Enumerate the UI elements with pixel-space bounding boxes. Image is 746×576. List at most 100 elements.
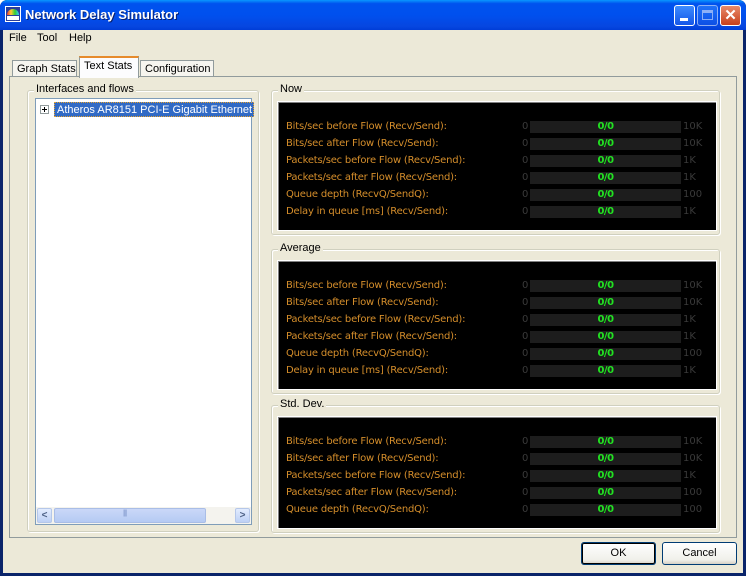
stat-row: Delay in queue [ms] (Recv/Send): 0 0/0 1K xyxy=(278,363,718,380)
stat-label: Bits/sec before Flow (Recv/Send): xyxy=(286,121,447,132)
stat-value: 0/0 xyxy=(597,121,614,132)
stat-max: 100 xyxy=(683,348,703,359)
menu-file[interactable]: File xyxy=(9,32,27,44)
scroll-left-button[interactable]: < xyxy=(37,508,52,523)
stat-min: 0 xyxy=(522,155,529,166)
stat-meter: 0/0 xyxy=(530,172,681,184)
interfaces-tree[interactable]: Atheros AR8151 PCI-E Gigabit Ethernet Co… xyxy=(35,98,254,525)
stat-value: 0/0 xyxy=(597,314,614,325)
stat-meter: 0/0 xyxy=(530,331,681,343)
text-stats-page: Interfaces and flows Atheros AR8151 PCI-… xyxy=(9,76,737,538)
stat-value: 0/0 xyxy=(597,436,614,447)
stat-row: Packets/sec before Flow (Recv/Send): 0 0/0… xyxy=(278,468,718,485)
tree-item-label[interactable]: Atheros AR8151 PCI-E Gigabit Ethernet Co… xyxy=(54,102,254,117)
stat-row: Bits/sec after Flow (Recv/Send): 0 0/0 10K xyxy=(278,451,718,468)
stat-min: 0 xyxy=(522,121,529,132)
stat-row: Bits/sec after Flow (Recv/Send): 0 0/0 10K xyxy=(278,295,718,312)
stat-meter: 0/0 xyxy=(530,487,681,499)
stat-value: 0/0 xyxy=(597,365,614,376)
stat-min: 0 xyxy=(522,280,529,291)
maximize-button[interactable] xyxy=(697,5,718,26)
stat-min: 0 xyxy=(522,189,529,200)
stat-row: Queue depth (RecvQ/SendQ): 0 0/0 100 xyxy=(278,187,718,204)
stat-max: 1K xyxy=(683,206,696,217)
stat-value: 0/0 xyxy=(597,172,614,183)
stat-value: 0/0 xyxy=(597,155,614,166)
stat-value: 0/0 xyxy=(597,206,614,217)
stat-max: 10K xyxy=(683,280,703,291)
stat-value: 0/0 xyxy=(597,189,614,200)
window-title: Network Delay Simulator xyxy=(25,7,179,22)
stat-label: Queue depth (RecvQ/SendQ): xyxy=(286,504,429,515)
stat-row: Packets/sec after Flow (Recv/Send): 0 0/0 1… xyxy=(278,329,718,346)
stat-min: 0 xyxy=(522,297,529,308)
stat-label: Packets/sec after Flow (Recv/Send): xyxy=(286,172,457,183)
tab-text-stats[interactable]: Text Stats xyxy=(79,56,139,78)
stat-max: 100 xyxy=(683,189,703,200)
stat-row: Delay in queue [ms] (Recv/Send): 0 0/0 1K xyxy=(278,204,718,221)
stat-max: 1K xyxy=(683,155,696,166)
stat-max: 1K xyxy=(683,365,696,376)
client-area: File Tool Help Graph Stats Text Stats Co… xyxy=(3,30,743,573)
menu-help[interactable]: Help xyxy=(69,32,92,44)
stat-min: 0 xyxy=(522,331,529,342)
horizontal-scrollbar[interactable]: < > xyxy=(36,507,251,524)
stat-max: 10K xyxy=(683,436,703,447)
expand-icon[interactable] xyxy=(40,105,49,114)
app-window: Network Delay Simulator ✕ File Tool Help… xyxy=(0,0,746,576)
stat-label: Packets/sec before Flow (Recv/Send): xyxy=(286,470,466,481)
stat-label: Bits/sec before Flow (Recv/Send): xyxy=(286,280,447,291)
stat-label: Bits/sec after Flow (Recv/Send): xyxy=(286,297,439,308)
stddev-group: Std. Dev. Bits/sec before Flow (Recv/Sen… xyxy=(271,398,720,533)
title-bar[interactable]: Network Delay Simulator ✕ xyxy=(0,0,746,30)
stat-min: 0 xyxy=(522,348,529,359)
stat-row: Queue depth (RecvQ/SendQ): 0 0/0 100 xyxy=(278,346,718,363)
ok-button[interactable]: OK xyxy=(581,542,656,565)
stat-value: 0/0 xyxy=(597,487,614,498)
average-stats-panel: Bits/sec before Flow (Recv/Send): 0 0/0 10K… xyxy=(277,260,717,390)
stat-max: 100 xyxy=(683,504,703,515)
stat-label: Bits/sec before Flow (Recv/Send): xyxy=(286,436,447,447)
stat-row: Packets/sec after Flow (Recv/Send): 0 0/0 1… xyxy=(278,170,718,187)
app-icon xyxy=(5,6,21,22)
stat-meter: 0/0 xyxy=(530,504,681,516)
maximize-icon xyxy=(702,10,713,20)
stat-min: 0 xyxy=(522,365,529,376)
stat-row: Bits/sec before Flow (Recv/Send): 0 0/0 10K xyxy=(278,119,718,136)
stat-row: Bits/sec after Flow (Recv/Send): 0 0/0 10K xyxy=(278,136,718,153)
close-icon: ✕ xyxy=(724,7,737,24)
interfaces-group: Interfaces and flows Atheros AR8151 PCI-… xyxy=(27,83,259,532)
menu-tool[interactable]: Tool xyxy=(37,32,57,44)
stat-meter: 0/0 xyxy=(530,314,681,326)
stat-label: Queue depth (RecvQ/SendQ): xyxy=(286,189,429,200)
stat-max: 1K xyxy=(683,470,696,481)
close-button[interactable]: ✕ xyxy=(720,5,741,26)
stat-value: 0/0 xyxy=(597,331,614,342)
stat-meter: 0/0 xyxy=(530,297,681,309)
stat-max: 1K xyxy=(683,331,696,342)
stat-meter: 0/0 xyxy=(530,436,681,448)
stat-row: Bits/sec before Flow (Recv/Send): 0 0/0 10K xyxy=(278,434,718,451)
scroll-thumb[interactable] xyxy=(54,508,206,523)
average-group-title: Average xyxy=(278,242,323,254)
menu-bar: File Tool Help xyxy=(3,30,743,48)
interfaces-group-title: Interfaces and flows xyxy=(34,83,136,95)
stat-row: Queue depth (RecvQ/SendQ): 0 0/0 100 xyxy=(278,502,718,519)
minimize-button[interactable] xyxy=(674,5,695,26)
stat-label: Queue depth (RecvQ/SendQ): xyxy=(286,348,429,359)
stat-meter: 0/0 xyxy=(530,348,681,360)
stat-max: 100 xyxy=(683,487,703,498)
scroll-right-button[interactable]: > xyxy=(235,508,250,523)
stddev-group-title: Std. Dev. xyxy=(278,398,327,410)
average-group: Average Bits/sec before Flow (Recv/Send)… xyxy=(271,242,720,394)
stat-min: 0 xyxy=(522,504,529,515)
now-group: Now Bits/sec before Flow (Recv/Send): 0 0/… xyxy=(271,83,720,235)
stat-value: 0/0 xyxy=(597,504,614,515)
stat-min: 0 xyxy=(522,487,529,498)
stat-value: 0/0 xyxy=(597,348,614,359)
stat-min: 0 xyxy=(522,436,529,447)
stat-meter: 0/0 xyxy=(530,365,681,377)
stat-max: 10K xyxy=(683,121,703,132)
cancel-button[interactable]: Cancel xyxy=(662,542,737,565)
stat-row: Packets/sec after Flow (Recv/Send): 0 0/0 1… xyxy=(278,485,718,502)
